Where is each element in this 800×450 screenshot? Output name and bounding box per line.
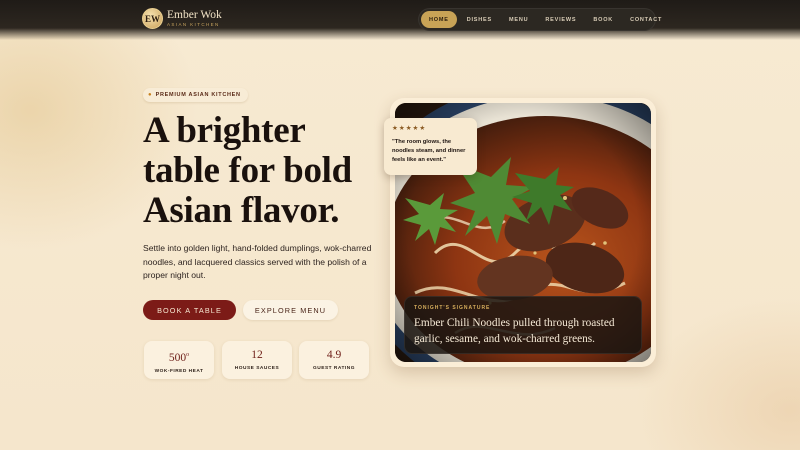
stat-number: 500 bbox=[168, 351, 187, 364]
headline-line-1: A brighter bbox=[143, 110, 306, 151]
nav-dishes[interactable]: DISHES bbox=[460, 11, 499, 28]
book-table-button[interactable]: BOOK A TABLE bbox=[143, 300, 236, 320]
brand-subtitle: ASIAN KITCHEN bbox=[167, 22, 220, 27]
headline-line-2: table for bold bbox=[143, 150, 352, 191]
stat-card-sauces: 12 HOUSE SAUCES bbox=[222, 341, 292, 379]
hero-description: Settle into golden light, hand-folded du… bbox=[143, 243, 372, 281]
review-card: ★★★★★ "The room glows, the noodles steam… bbox=[384, 118, 477, 175]
review-quote: "The room glows, the noodles steam, and … bbox=[392, 139, 466, 163]
brand-name: Ember Wok bbox=[167, 8, 222, 21]
stat-card-heat: 500o WOK-FIRED HEAT bbox=[144, 341, 214, 379]
nav-book[interactable]: BOOK bbox=[586, 11, 620, 28]
logo-badge: EW bbox=[142, 8, 163, 29]
stat-label: WOK-FIRED HEAT bbox=[154, 368, 204, 374]
stat-degree: o bbox=[186, 352, 190, 358]
star-rating-icon: ★★★★★ bbox=[392, 125, 427, 132]
nav-contact[interactable]: CONTACT bbox=[623, 11, 669, 28]
hero-headline: A brighter table for bold Asian flavor. bbox=[143, 111, 403, 231]
eyebrow-pill: ● PREMIUM ASIAN KITCHEN bbox=[143, 88, 248, 102]
explore-menu-button[interactable]: EXPLORE MENU bbox=[243, 300, 338, 320]
eyebrow-text: PREMIUM ASIAN KITCHEN bbox=[155, 92, 241, 98]
stat-card-rating: 4.9 GUEST RATING bbox=[299, 341, 369, 379]
brand-logo[interactable]: EW Ember Wok ASIAN KITCHEN bbox=[142, 8, 222, 29]
stat-number: 12 bbox=[251, 349, 263, 361]
stat-value: 4.9 bbox=[299, 349, 369, 362]
stat-value: 500o bbox=[144, 349, 214, 365]
stat-label: GUEST RATING bbox=[313, 366, 355, 371]
flame-icon: ● bbox=[148, 92, 152, 98]
nav-menu[interactable]: MENU bbox=[502, 11, 535, 28]
headline-line-3: Asian flavor. bbox=[143, 190, 340, 231]
nav-reviews[interactable]: REVIEWS bbox=[538, 11, 583, 28]
signature-dish-panel: TONIGHT'S SIGNATURE Ember Chili Noodles … bbox=[404, 296, 642, 354]
top-bar bbox=[0, 0, 800, 40]
main-nav: HOME DISHES MENU REVIEWS BOOK CONTACT bbox=[418, 8, 661, 31]
signature-label: TONIGHT'S SIGNATURE bbox=[414, 305, 491, 311]
stat-number: 4.9 bbox=[326, 349, 342, 361]
signature-text: Ember Chili Noodles pulled through roast… bbox=[414, 317, 615, 345]
stat-value: 12 bbox=[222, 349, 292, 362]
nav-home[interactable]: HOME bbox=[421, 11, 457, 28]
logo-text: Ember Wok ASIAN KITCHEN bbox=[167, 8, 222, 28]
stat-label: HOUSE SAUCES bbox=[234, 366, 280, 371]
